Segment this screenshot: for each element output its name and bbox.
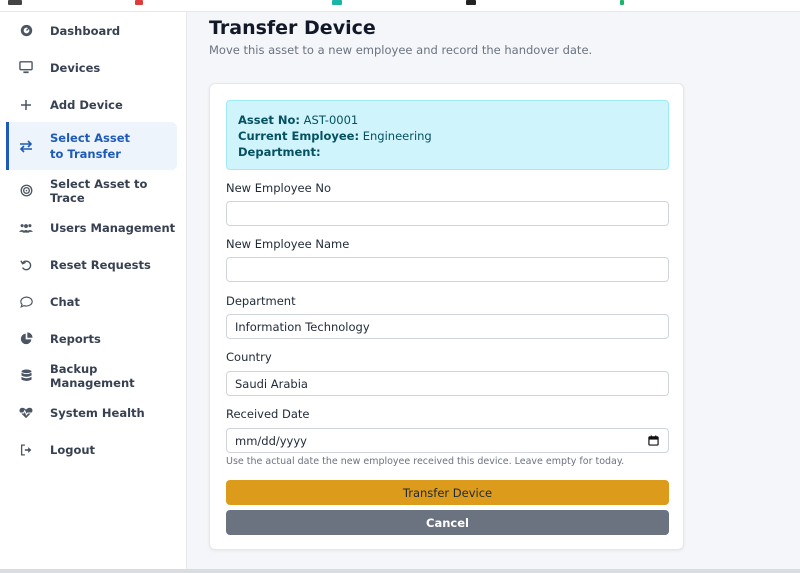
sidebar-item-select-asset-to-trace[interactable]: Select Asset to Trace (6, 172, 177, 209)
sidebar-item-add-device[interactable]: Add Device (6, 86, 177, 123)
sidebar-item-dashboard[interactable]: Dashboard (6, 12, 177, 49)
asset-info-alert: Asset No: AST-0001 Current Employee: Eng… (226, 100, 669, 170)
main-content: Transfer Device Move this asset to a new… (187, 12, 800, 569)
received-date-label: Received Date (226, 407, 310, 421)
current-employee-value: Engineering (362, 129, 432, 143)
sidebar: Dashboard Devices Add Device Select Asse… (0, 12, 187, 569)
calendar-icon[interactable] (648, 434, 660, 447)
sidebar-item-label: Reset Requests (50, 257, 151, 272)
transfer-icon (19, 139, 33, 153)
sidebar-item-label: Chat (50, 294, 80, 309)
sidebar-item-label: Reports (50, 331, 101, 346)
bookmark-icon[interactable] (135, 0, 143, 5)
sidebar-item-label: Logout (50, 442, 96, 457)
sidebar-item-label: System Health (50, 405, 145, 420)
new-employee-no-label: New Employee No (226, 181, 331, 195)
users-icon (19, 221, 33, 235)
database-icon (19, 369, 33, 383)
new-employee-no-input[interactable] (226, 201, 669, 226)
current-employee-label: Current Employee: (238, 129, 360, 143)
sidebar-item-label: Backup Management (50, 361, 135, 390)
received-date-input[interactable]: mm/dd/yyyy (226, 428, 669, 453)
sidebar-item-reports[interactable]: Reports (6, 320, 177, 357)
dashboard-icon (19, 24, 33, 38)
sidebar-item-label: Users Management (50, 220, 176, 235)
sidebar-item-devices[interactable]: Devices (6, 49, 177, 86)
bookmark-icon[interactable] (332, 0, 342, 5)
sidebar-item-label: Select Asset to Trace (50, 176, 148, 205)
received-date-placeholder: mm/dd/yyyy (235, 433, 307, 448)
asset-no-value: AST-0001 (303, 113, 359, 127)
bookmark-icon[interactable] (466, 0, 476, 5)
reset-icon (19, 258, 33, 272)
transfer-form-card: Asset No: AST-0001 Current Employee: Eng… (209, 83, 684, 550)
plus-icon (19, 98, 33, 112)
sidebar-item-label: Select Asset to Transfer (50, 131, 131, 161)
sidebar-item-chat[interactable]: Chat (6, 283, 177, 320)
sidebar-item-reset-requests[interactable]: Reset Requests (6, 246, 177, 283)
heartbeat-icon (19, 406, 33, 420)
country-field-label: Country (226, 350, 272, 364)
current-employee-line: Current Employee: Engineering (238, 128, 657, 144)
country-input[interactable] (226, 371, 669, 396)
asset-no-line: Asset No: AST-0001 (238, 112, 657, 128)
transfer-device-button[interactable]: Transfer Device (226, 480, 669, 505)
sidebar-item-system-health[interactable]: System Health (6, 394, 177, 431)
sidebar-item-label: Devices (50, 60, 101, 75)
received-date-help: Use the actual date the new employee rec… (226, 456, 625, 467)
sidebar-item-label: Dashboard (50, 23, 121, 38)
monitor-icon (19, 61, 33, 75)
page-title: Transfer Device (209, 17, 376, 39)
bookmark-icon[interactable] (620, 0, 624, 5)
new-employee-name-label: New Employee Name (226, 237, 350, 251)
department-field-label: Department (226, 294, 296, 308)
department-line: Department: (238, 144, 657, 160)
bookmark-icon[interactable] (8, 0, 22, 5)
target-icon (19, 184, 33, 198)
sidebar-item-label: Add Device (50, 97, 123, 112)
asset-no-label: Asset No: (238, 113, 301, 127)
chat-icon (19, 295, 33, 309)
department-label: Department: (238, 145, 321, 159)
new-employee-name-input[interactable] (226, 257, 669, 282)
sidebar-item-backup-management[interactable]: Backup Management (6, 357, 177, 394)
pie-chart-icon (19, 332, 33, 346)
page-subtitle: Move this asset to a new employee and re… (209, 43, 593, 57)
sidebar-item-logout[interactable]: Logout (6, 431, 177, 468)
sidebar-item-users-management[interactable]: Users Management (6, 209, 177, 246)
browser-bookmark-strip (0, 0, 800, 12)
logout-icon (19, 443, 33, 457)
sidebar-item-select-asset-to-transfer[interactable]: Select Asset to Transfer (6, 122, 177, 170)
window-bottom-edge (0, 569, 800, 573)
cancel-button[interactable]: Cancel (226, 510, 669, 535)
department-input[interactable] (226, 314, 669, 339)
